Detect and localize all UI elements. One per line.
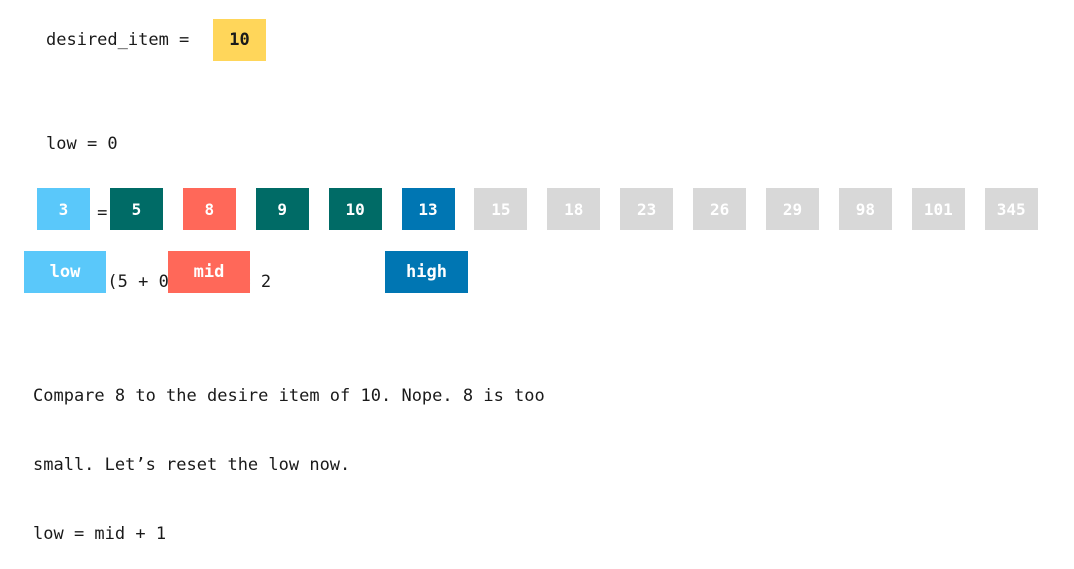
array-cell: 98 <box>838 188 892 230</box>
desired-item-label: desired_item = <box>46 30 190 50</box>
array-cell: 5 <box>109 188 163 230</box>
array-cell: 23 <box>620 188 674 230</box>
explanation-line: Compare 8 to the desire item of 10. Nope… <box>33 386 545 406</box>
explanation-line: small. Let’s reset the low now. <box>33 455 351 475</box>
array-cell: 18 <box>547 188 601 230</box>
array-cell: 9 <box>255 188 309 230</box>
low-pointer: low <box>24 251 106 293</box>
array-cell: 10 <box>328 188 382 230</box>
mid-pointer: mid <box>168 251 250 293</box>
array-cell: 101 <box>911 188 965 230</box>
array-cell: 3 <box>37 188 90 230</box>
array-cell: 26 <box>693 188 747 230</box>
array-cell: 13 <box>401 188 455 230</box>
low-assignment: low = 0 <box>46 134 118 154</box>
desired-item-value: 10 <box>213 19 266 61</box>
high-pointer: high <box>385 251 468 293</box>
explanation-text: Compare 8 to the desire item of 10. Nope… <box>33 339 545 569</box>
array-cell: 29 <box>766 188 819 230</box>
array-cell: 345 <box>984 188 1038 230</box>
array-cell: 15 <box>474 188 528 230</box>
explanation-line: low = mid + 1 <box>33 524 167 544</box>
array-cell: 8 <box>182 188 236 230</box>
